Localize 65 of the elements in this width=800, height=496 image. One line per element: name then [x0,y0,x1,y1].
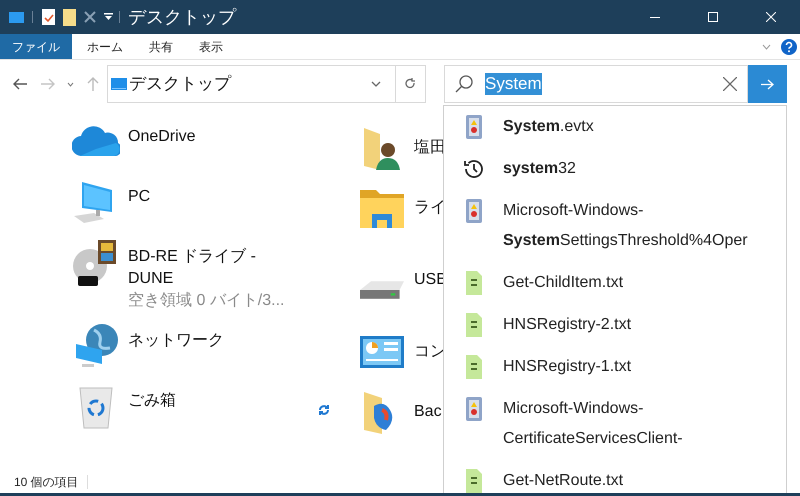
suggestion-item[interactable]: Microsoft-Windows- SystemSettingsThreshold%4Oper [444,190,786,262]
suggestion-text: CertificateServicesClient- [503,429,683,449]
history-icon [462,157,486,181]
event-log-icon [464,396,482,422]
status-text: 10 個の項目 [14,474,79,491]
chevron-down-icon[interactable] [371,81,381,87]
item-label[interactable]: DUNE [128,268,284,290]
close-icon [766,12,776,22]
right-arrow-icon [761,78,774,90]
text-file-icon [466,469,482,493]
suggestion-item[interactable]: HNSRegistry-1.txt [444,346,786,388]
suggestion-text: Get-ChildItem.txt [503,273,624,293]
suggestion-text: system32 [503,159,576,179]
search-text: System [485,73,542,95]
help-icon[interactable] [781,38,797,54]
monitor-icon [9,12,24,22]
refresh-button[interactable] [396,65,426,103]
checklist-icon[interactable] [42,9,55,25]
suggestion-item[interactable]: Get-NetRoute.txt [444,460,786,493]
address-bar[interactable]: デスクトップ [107,65,396,103]
ribbon-tab[interactable]: 共有 [136,34,186,59]
suggestion-item[interactable]: System.evtx [444,106,786,148]
item-label[interactable]: ライ [414,197,446,219]
chevron-down-icon[interactable] [67,82,74,86]
suggestion-item[interactable]: HNSRegistry-2.txt [444,304,786,346]
ribbon-tab[interactable]: ファイル [0,34,72,59]
suggestion-text: System.evtx [503,117,594,137]
suggestion-text: Microsoft-Windows- [503,399,644,419]
folder-icon[interactable] [63,8,76,26]
caret-icon[interactable] [104,13,113,21]
item-label[interactable]: OneDrive [128,126,196,148]
desktop-icon [111,78,127,90]
minimize-icon [650,16,660,18]
maximize-icon [708,12,718,22]
text-file-icon [466,271,482,295]
item-label[interactable]: BD-RE ドライブ - [128,246,284,268]
suggestion-text: HNSRegistry-1.txt [503,357,632,377]
suggestion-text: Microsoft-Windows- [503,201,644,221]
chevron-down-icon[interactable] [762,44,771,50]
item-label[interactable]: ネットワーク [128,330,224,352]
address-text: デスクトップ [129,73,231,96]
item-detail: 空き領域 0 バイト/3... [128,290,284,311]
refresh-icon [405,78,416,90]
drive-icon [360,281,404,299]
search-icon [455,75,473,93]
event-log-icon [464,114,482,140]
window-title: デスクトップ [128,6,236,28]
item-label[interactable]: ごみ箱 [128,390,176,412]
event-log-icon [464,198,482,224]
suggestion-text: Get-NetRoute.txt [503,471,624,491]
ribbon-tab[interactable]: ホーム [74,34,136,59]
suggestion-text: HNSRegistry-2.txt [503,315,632,335]
item-label[interactable]: Bac [414,401,442,423]
item-label[interactable]: PC [128,186,150,208]
suggestion-item[interactable]: Microsoft-Windows- CertificateServicesClient- [444,388,786,460]
text-file-icon [466,313,482,337]
ribbon-tab[interactable]: 表示 [186,34,236,59]
suggestion-item[interactable]: Get-ChildItem.txt [444,262,786,304]
clear-icon[interactable] [723,77,737,91]
suggestion-text: SystemSettingsThreshold%4Oper [503,231,748,251]
suggestion-item[interactable]: system32 [444,148,786,190]
back-arrow-icon[interactable] [13,78,27,90]
cloud-icon [72,126,120,156]
close-icon[interactable] [84,11,96,23]
text-file-icon [466,355,482,379]
